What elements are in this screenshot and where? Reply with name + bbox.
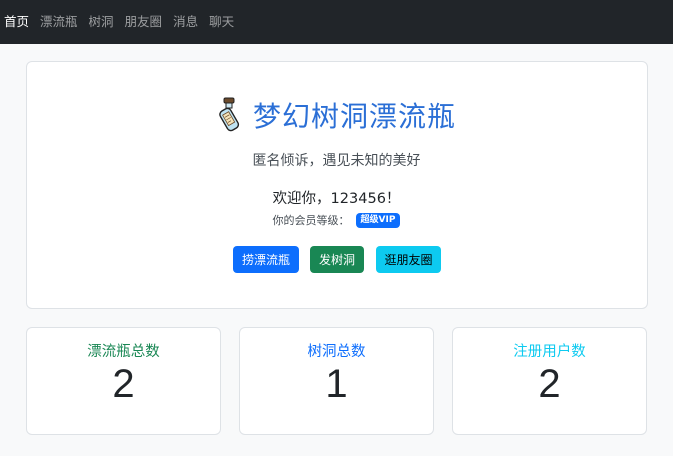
member-level-badge: 超级VIP	[355, 212, 401, 228]
stat-title-treeholes: 树洞总数	[307, 344, 366, 360]
stat-value-treeholes: 1	[325, 362, 348, 406]
stat-title-users: 注册用户数	[513, 344, 586, 360]
stat-card-bottles: 漂流瓶总数 2	[26, 327, 221, 435]
page-title: 梦幻树洞漂流瓶	[252, 100, 456, 133]
fetch-bottle-button[interactable]: 捞漂流瓶	[233, 246, 299, 273]
hero-title-row: 梦幻树洞漂流瓶	[0, 95, 673, 135]
post-treehole-button[interactable]: 发树洞	[310, 246, 364, 273]
nav-home[interactable]: 首页	[4, 0, 29, 44]
nav-bottle[interactable]: 漂流瓶	[40, 0, 78, 44]
stat-value-users: 2	[538, 362, 561, 406]
stat-card-treeholes: 树洞总数 1	[239, 327, 434, 435]
stat-value-bottles: 2	[112, 362, 135, 406]
nav-treehole[interactable]: 树洞	[89, 0, 114, 44]
member-level-line: 你的会员等级： 超级VIP	[0, 212, 673, 228]
top-navbar: 首页 漂流瓶 树洞 朋友圈 消息 聊天	[0, 0, 673, 44]
browse-moments-button[interactable]: 逛朋友圈	[376, 246, 441, 273]
stat-card-users: 注册用户数 2	[452, 327, 647, 435]
stat-title-bottles: 漂流瓶总数	[87, 344, 160, 360]
welcome-message: 欢迎你，123456！	[272, 191, 401, 207]
hero-tagline: 匿名倾诉，遇见未知的美好	[252, 153, 421, 169]
nav-messages[interactable]: 消息	[173, 0, 198, 44]
member-level-label: 你的会员等级：	[272, 214, 350, 227]
nav-moments[interactable]: 朋友圈	[125, 0, 163, 44]
hero-actions: 捞漂流瓶 发树洞 逛朋友圈	[0, 246, 673, 274]
nav-chat[interactable]: 聊天	[209, 0, 234, 44]
message-in-a-bottle-icon	[217, 97, 243, 133]
